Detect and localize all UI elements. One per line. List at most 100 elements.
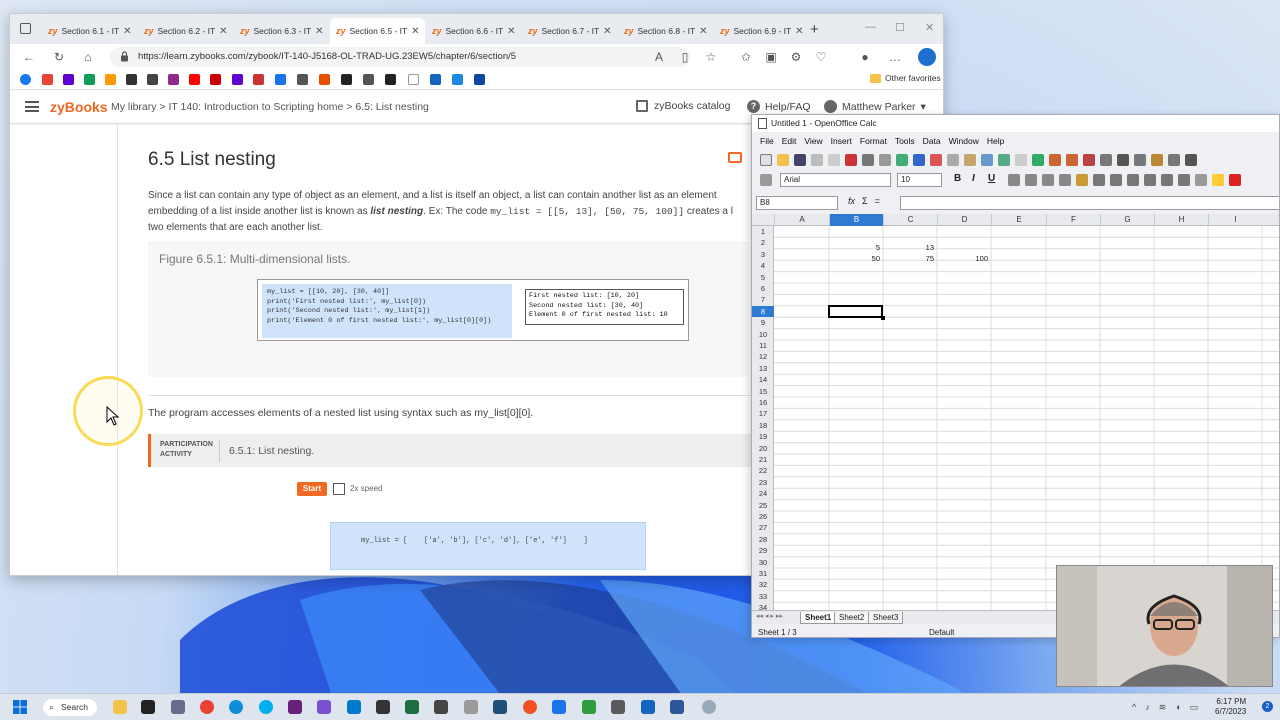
justify-icon[interactable] xyxy=(1059,174,1071,186)
bookmark-icon[interactable] xyxy=(341,74,352,85)
align-center-icon[interactable] xyxy=(1025,174,1037,186)
spellcheck-icon[interactable] xyxy=(896,154,908,166)
function-wizard-icon[interactable]: fx xyxy=(848,196,855,206)
windows-start-icon[interactable] xyxy=(13,700,27,714)
close-tab-icon[interactable]: ✕ xyxy=(219,26,227,37)
selected-cell-B8[interactable] xyxy=(828,305,883,318)
tab-actions-icon[interactable] xyxy=(20,23,31,34)
row-header[interactable]: 14 xyxy=(752,374,774,385)
row-header[interactable]: 22 xyxy=(752,465,774,476)
close-tab-icon[interactable]: ✕ xyxy=(795,26,803,37)
row-header[interactable]: 23 xyxy=(752,477,774,488)
user-menu[interactable]: Matthew Parker ▾ xyxy=(824,100,926,113)
menu-icon[interactable] xyxy=(25,101,39,112)
fill-handle[interactable] xyxy=(881,316,885,320)
hyperlink-icon[interactable] xyxy=(1032,154,1044,166)
spreadsheet-grid[interactable]: A B C D E F G H I 1 2 3 4 5 6 7 8 9 10 11 12 13 14 15 1… xyxy=(752,214,1279,610)
cell-B3[interactable]: 50 xyxy=(829,254,880,263)
cell-B2[interactable]: 5 xyxy=(829,243,880,252)
formula-input[interactable] xyxy=(900,196,1279,210)
sort-descending-icon[interactable] xyxy=(1066,154,1078,166)
browser-essentials-icon[interactable]: ♡ xyxy=(812,48,830,66)
extensions-icon[interactable]: ⚙ xyxy=(787,48,805,66)
collections-icon[interactable]: ▣ xyxy=(762,48,780,66)
favorites-icon[interactable]: ✩ xyxy=(737,48,755,66)
chevron-up-icon[interactable]: ^ xyxy=(1132,702,1136,713)
row-header[interactable]: 12 xyxy=(752,351,774,362)
name-box[interactable]: B8 xyxy=(756,196,838,210)
speed-checkbox[interactable] xyxy=(333,483,345,495)
sum-icon[interactable]: Σ xyxy=(862,196,868,206)
bookmark-icon[interactable] xyxy=(297,74,308,85)
column-header[interactable]: F xyxy=(1046,214,1100,226)
chrome-icon[interactable] xyxy=(200,700,214,714)
autospellcheck-icon[interactable] xyxy=(913,154,925,166)
present-icon[interactable] xyxy=(728,152,742,163)
background-color-icon[interactable] xyxy=(1212,174,1224,186)
email-icon[interactable] xyxy=(811,154,823,166)
column-header[interactable]: D xyxy=(937,214,991,226)
split-screen-icon[interactable]: ▯ xyxy=(676,48,694,66)
back-icon[interactable]: ← xyxy=(20,48,38,66)
font-name-select[interactable]: Arial xyxy=(780,173,891,187)
navigator-icon[interactable] xyxy=(1134,154,1146,166)
app-icon[interactable] xyxy=(670,700,684,714)
bookmark-icon[interactable] xyxy=(363,74,374,85)
app-icon[interactable] xyxy=(493,700,507,714)
row-header[interactable]: 10 xyxy=(752,329,774,340)
currency-format-icon[interactable] xyxy=(1076,174,1088,186)
bookmark-icon[interactable] xyxy=(275,74,286,85)
standard-format-icon[interactable] xyxy=(1110,174,1122,186)
other-favorites[interactable]: Other favorites xyxy=(870,73,941,83)
gallery-icon[interactable] xyxy=(1151,154,1163,166)
row-header[interactable]: 19 xyxy=(752,431,774,442)
app-icon[interactable] xyxy=(405,700,419,714)
bookmark-icon[interactable] xyxy=(147,74,158,85)
row-header[interactable]: 21 xyxy=(752,454,774,465)
browser-tab[interactable]: zy Section 6.8 - IT ✕ xyxy=(618,18,713,44)
cell-C3[interactable]: 75 xyxy=(883,254,934,263)
close-tab-icon[interactable]: ✕ xyxy=(699,26,707,37)
row-header[interactable]: 8 xyxy=(752,305,774,318)
clock[interactable]: 6:17 PM 6/7/2023 xyxy=(1215,697,1246,717)
menu-insert[interactable]: Insert xyxy=(827,134,856,150)
percent-format-icon[interactable] xyxy=(1093,174,1105,186)
menu-edit[interactable]: Edit xyxy=(778,134,801,150)
breadcrumb[interactable]: My library > IT 140: Introduction to Scr… xyxy=(111,101,429,113)
chart-icon[interactable] xyxy=(1083,154,1095,166)
open-folder-icon[interactable] xyxy=(777,154,789,166)
close-tab-icon[interactable]: ✕ xyxy=(315,26,323,37)
row-header[interactable]: 25 xyxy=(752,500,774,511)
row-header[interactable]: 28 xyxy=(752,534,774,545)
favorite-star-icon[interactable]: ☆ xyxy=(702,48,720,66)
undo-icon[interactable] xyxy=(998,154,1010,166)
maximize-icon[interactable]: ☐ xyxy=(895,21,905,34)
edge-icon[interactable] xyxy=(229,700,243,714)
minimize-icon[interactable]: — xyxy=(865,21,876,33)
copy-icon[interactable] xyxy=(947,154,959,166)
row-header[interactable]: 2 xyxy=(752,237,774,248)
sort-ascending-icon[interactable] xyxy=(1049,154,1061,166)
column-header[interactable]: G xyxy=(1100,214,1154,226)
sheet-tab-active[interactable]: Sheet1 xyxy=(800,612,837,624)
row-header[interactable]: 13 xyxy=(752,363,774,374)
cell-D3[interactable]: 100 xyxy=(937,254,988,263)
bold-button[interactable]: B xyxy=(954,173,961,184)
app-icon[interactable] xyxy=(434,700,448,714)
volume-icon[interactable]: ◖ xyxy=(1175,702,1180,713)
page-preview-icon[interactable] xyxy=(879,154,891,166)
menu-help[interactable]: Help xyxy=(983,134,1008,150)
microphone-icon[interactable]: ♪ xyxy=(1145,702,1150,713)
app-icon[interactable] xyxy=(641,700,655,714)
facebook-bookmark-icon[interactable] xyxy=(20,74,31,85)
bookmark-icon[interactable] xyxy=(210,74,221,85)
close-tab-icon[interactable]: ✕ xyxy=(123,26,131,37)
bookmark-icon[interactable] xyxy=(126,74,137,85)
menu-format[interactable]: Format xyxy=(856,134,891,150)
read-aloud-icon[interactable]: A xyxy=(650,48,668,66)
increase-indent-icon[interactable] xyxy=(1178,174,1190,186)
font-color-icon[interactable] xyxy=(1229,174,1241,186)
find-replace-icon[interactable] xyxy=(1117,154,1129,166)
bookmark-icon[interactable] xyxy=(319,74,330,85)
sheet-tab[interactable]: Sheet3 xyxy=(868,612,904,624)
